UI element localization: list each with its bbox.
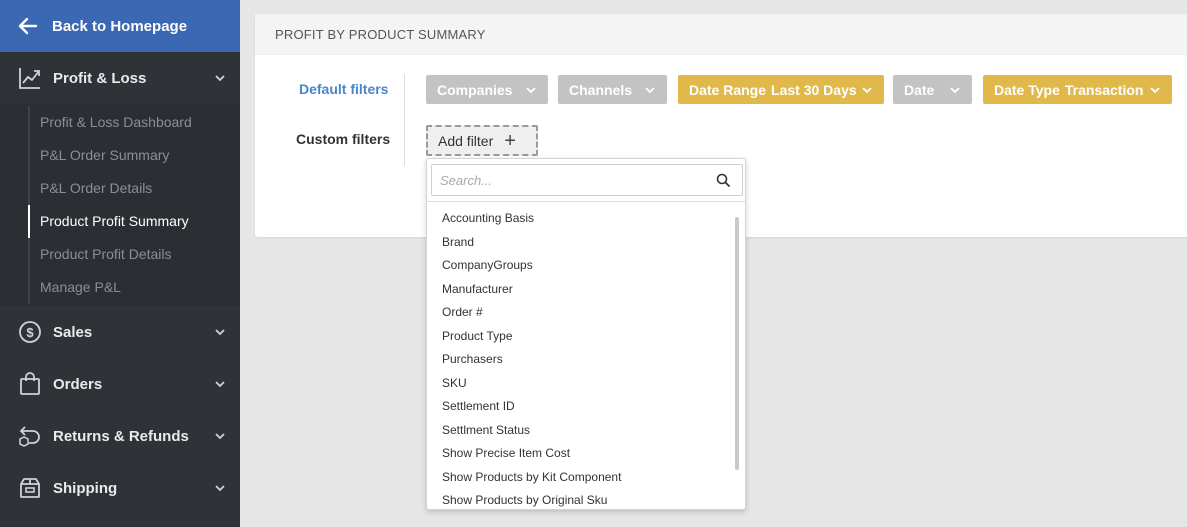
sub-item-pl-dashboard[interactable]: Profit & Loss Dashboard — [28, 106, 240, 139]
nav-shipping[interactable]: Shipping — [0, 462, 240, 514]
search-input[interactable] — [432, 165, 702, 195]
default-filters-label: Default filters — [299, 81, 389, 97]
shopping-bag-icon — [18, 372, 42, 396]
search-box — [431, 164, 743, 196]
chevron-down-icon — [526, 86, 536, 93]
filters-divider — [404, 74, 405, 166]
list-item[interactable]: Show Precise Item Cost — [427, 442, 737, 466]
chevron-down-icon — [950, 86, 960, 93]
chevron-down-icon — [645, 86, 655, 93]
filter-label: Date — [904, 81, 935, 98]
filter-label: Companies — [437, 81, 513, 98]
back-label: Back to Homepage — [52, 17, 188, 35]
nav-label: Sales — [53, 323, 93, 341]
search-icon[interactable] — [716, 173, 730, 187]
filter-channels[interactable]: Channels — [558, 75, 667, 104]
chevron-down-icon — [215, 329, 225, 336]
dropdown-scrollbar[interactable] — [735, 217, 739, 470]
back-to-homepage-link[interactable]: Back to Homepage — [0, 0, 240, 52]
filter-label: Channels — [569, 81, 633, 98]
nav-label: Returns & Refunds — [53, 427, 189, 445]
add-filter-label: Add filter — [438, 132, 494, 149]
list-item[interactable]: Purchasers — [427, 348, 737, 372]
filter-label: Date Type — [994, 81, 1060, 98]
sub-item-pl-order-details[interactable]: P&L Order Details — [28, 172, 240, 205]
chevron-down-icon — [1150, 86, 1160, 93]
nav-label: Profit & Loss — [53, 69, 147, 87]
filter-option-list: Accounting Basis Brand CompanyGroups Man… — [427, 207, 737, 509]
shipping-box-icon — [18, 476, 42, 500]
filter-date-range[interactable]: Date Range Last 30 Days — [678, 75, 884, 104]
nav-label: Orders — [53, 375, 103, 393]
chevron-down-icon — [215, 433, 225, 440]
chevron-down-icon — [215, 75, 225, 82]
dropdown-separator — [427, 201, 745, 202]
list-item[interactable]: Show Products by Kit Component — [427, 466, 737, 490]
nav-label: Shipping — [53, 479, 118, 497]
filter-label: Date Range — [689, 81, 767, 98]
profit-loss-subnav: Profit & Loss Dashboard P&L Order Summar… — [0, 104, 240, 306]
list-item[interactable]: CompanyGroups — [427, 254, 737, 278]
filter-date[interactable]: Date — [893, 75, 972, 104]
filter-value: Last 30 Days — [771, 81, 857, 98]
arrow-left-icon — [18, 17, 38, 35]
filter-companies[interactable]: Companies — [426, 75, 548, 104]
custom-filters-label: Custom filters — [296, 131, 391, 147]
list-item[interactable]: Accounting Basis — [427, 207, 737, 231]
add-filter-button[interactable]: Add filter + — [426, 125, 538, 156]
chevron-down-icon — [215, 381, 225, 388]
sub-item-pl-order-summary[interactable]: P&L Order Summary — [28, 139, 240, 172]
nav-sales[interactable]: $ Sales — [0, 306, 240, 358]
chevron-down-icon — [215, 485, 225, 492]
list-item[interactable]: Manufacturer — [427, 278, 737, 302]
sub-item-manage-pl[interactable]: Manage P&L — [28, 271, 240, 304]
plus-icon: + — [504, 129, 516, 152]
list-item[interactable]: Settlment Status — [427, 419, 737, 443]
nav-orders[interactable]: Orders — [0, 358, 240, 410]
list-item[interactable]: Show Products by Original Sku — [427, 489, 737, 509]
list-item[interactable]: Product Type — [427, 325, 737, 349]
nav-profit-loss[interactable]: Profit & Loss — [0, 52, 240, 104]
list-item[interactable]: Order # — [427, 301, 737, 325]
nav-returns-refunds[interactable]: Returns & Refunds — [0, 410, 240, 462]
chart-line-icon — [18, 66, 42, 90]
filter-value: Transaction — [1064, 81, 1144, 98]
list-item[interactable]: SKU — [427, 372, 737, 396]
sub-item-product-profit-summary[interactable]: Product Profit Summary — [28, 205, 240, 238]
chevron-down-icon — [862, 86, 872, 93]
list-item[interactable]: Settlement ID — [427, 395, 737, 419]
list-item[interactable]: Brand — [427, 231, 737, 255]
sidebar: Back to Homepage Profit & Loss Profit & … — [0, 0, 240, 527]
page-title: PROFIT BY PRODUCT SUMMARY — [255, 14, 1187, 55]
filter-date-type[interactable]: Date Type Transaction — [983, 75, 1172, 104]
dollar-icon: $ — [18, 320, 42, 344]
add-filter-dropdown: Accounting Basis Brand CompanyGroups Man… — [426, 158, 746, 510]
svg-text:$: $ — [26, 325, 34, 340]
sub-item-product-profit-details[interactable]: Product Profit Details — [28, 238, 240, 271]
return-box-icon — [18, 424, 42, 448]
